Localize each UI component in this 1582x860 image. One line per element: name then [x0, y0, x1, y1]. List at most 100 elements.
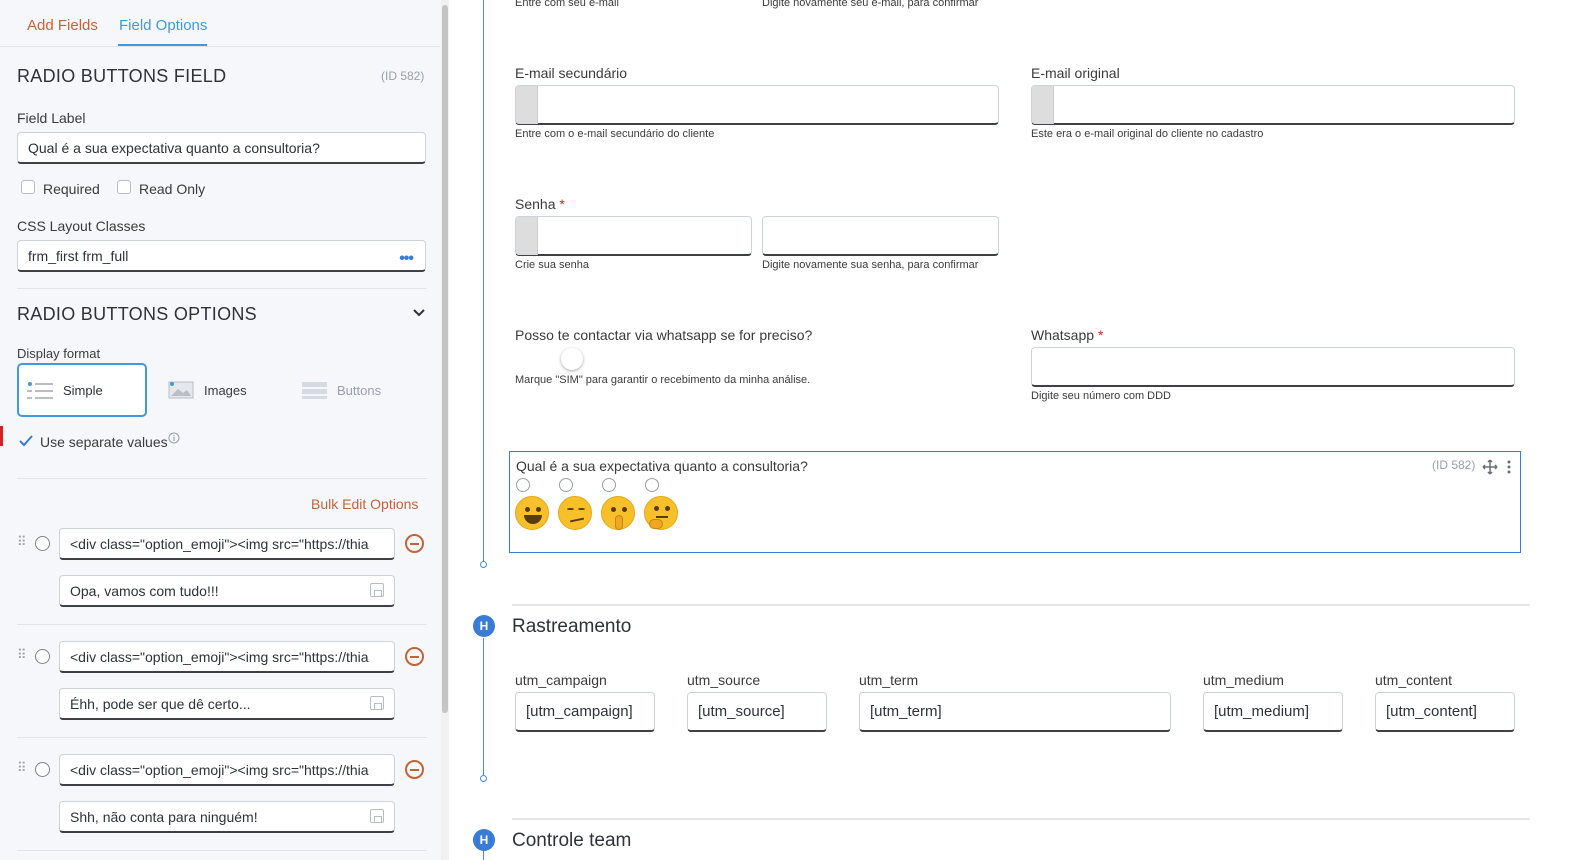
remove-option-icon[interactable]	[405, 534, 424, 553]
email-secondary-desc: Entre com o e-mail secundário do cliente	[515, 128, 715, 140]
password-confirm-input[interactable]	[762, 216, 999, 256]
option-radio[interactable]	[559, 478, 573, 492]
required-checkbox[interactable]	[21, 180, 35, 194]
option-default-radio[interactable]	[35, 649, 50, 664]
chevron-down-icon[interactable]	[413, 309, 425, 317]
read-only-label: Read Only	[139, 181, 206, 197]
password-input[interactable]	[515, 216, 752, 256]
utm-medium-label: utm_medium	[1203, 672, 1284, 688]
field-label-label: Field Label	[17, 110, 86, 126]
field-section-title: RADIO BUTTONS FIELD	[17, 66, 227, 86]
password-label-text: Senha	[515, 196, 556, 212]
utm-content-input[interactable]: [utm_content]	[1375, 692, 1515, 732]
grinning-emoji-icon	[515, 496, 549, 530]
option-label-input[interactable]: <div class="option_emoji"><img src="http…	[59, 528, 395, 560]
tab-field-options[interactable]: Field Options	[119, 17, 207, 34]
sidebar-tabs: Add Fields Field Options	[0, 0, 440, 47]
utm-source-input[interactable]: [utm_source]	[687, 692, 827, 732]
option-label-input[interactable]: <div class="option_emoji"><img src="http…	[59, 754, 395, 786]
drag-handle-icon[interactable]: ⠿	[17, 760, 26, 776]
drag-handle-icon[interactable]: ⠿	[17, 647, 26, 663]
whatsapp-input[interactable]	[1031, 347, 1515, 387]
more-options-icon[interactable]: •••	[399, 250, 414, 268]
field-label-input[interactable]: Qual é a sua expectativa quanto a consul…	[17, 132, 426, 164]
section-guide-end	[480, 775, 487, 782]
utm-content-label: utm_content	[1375, 672, 1453, 688]
css-classes-input[interactable]: frm_first frm_full •••	[17, 240, 426, 272]
image-icon	[168, 381, 194, 399]
option-label-input[interactable]: <div class="option_emoji"><img src="http…	[59, 641, 395, 673]
display-format-simple[interactable]: Simple	[17, 363, 147, 417]
section-guide-end	[480, 561, 487, 568]
whatsapp-toggle[interactable]	[561, 348, 583, 370]
email-original-desc: Este era o e-mail original do cliente no…	[1031, 128, 1264, 140]
checkmark-icon[interactable]	[19, 435, 33, 447]
save-icon[interactable]	[370, 809, 384, 823]
expectation-label: Qual é a sua expectativa quanto a consul…	[516, 458, 808, 474]
section-divider	[512, 604, 1530, 606]
field-id-tag: (ID 582)	[1432, 458, 1476, 472]
move-icon[interactable]	[1482, 459, 1498, 475]
option-value-text: Éhh, pode ser que dê certo...	[70, 695, 251, 712]
password-desc: Crie sua senha	[515, 259, 589, 271]
utm-campaign-label: utm_campaign	[515, 672, 607, 688]
utm-campaign-input[interactable]: [utm_campaign]	[515, 692, 655, 732]
section-guide-line	[483, 851, 484, 860]
utm-medium-input[interactable]: [utm_medium]	[1203, 692, 1343, 732]
email-confirm-desc: Digite novamente seu e-mail, para confir…	[762, 0, 979, 9]
display-format-buttons[interactable]: Buttons	[293, 363, 413, 417]
utm-term-input[interactable]: [utm_term]	[859, 692, 1171, 732]
options-section-title: RADIO BUTTONS OPTIONS	[17, 304, 257, 324]
whatsapp-desc: Digite seu número com DDD	[1031, 390, 1171, 402]
option-value-input[interactable]: Opa, vamos com tudo!!!	[59, 575, 395, 607]
option-value-input[interactable]: Shh, não conta para ninguém!	[59, 801, 395, 833]
css-classes-label: CSS Layout Classes	[17, 218, 146, 234]
display-format-images[interactable]: Images	[160, 363, 280, 417]
drag-handle-icon[interactable]: ⠿	[17, 534, 26, 550]
remove-option-icon[interactable]	[405, 760, 424, 779]
password-confirm-desc: Digite novamente sua senha, para confirm…	[762, 259, 979, 271]
input-prefix	[1032, 86, 1054, 124]
more-vertical-icon[interactable]	[1507, 459, 1511, 475]
separate-values-label: Use separate values	[40, 434, 168, 450]
info-icon[interactable]	[168, 432, 180, 444]
email-secondary-label: E-mail secundário	[515, 65, 628, 81]
option-default-radio[interactable]	[35, 536, 50, 551]
option-radio[interactable]	[645, 478, 659, 492]
option-value-input[interactable]: Éhh, pode ser que dê certo...	[59, 688, 395, 720]
tab-add-fields[interactable]: Add Fields	[27, 17, 98, 34]
field-options-sidebar: Add Fields Field Options RADIO BUTTONS F…	[0, 0, 449, 860]
option-radio[interactable]	[602, 478, 616, 492]
thinking-emoji-icon	[644, 496, 678, 530]
bulk-edit-link[interactable]: Bulk Edit Options	[311, 496, 418, 512]
input-prefix	[516, 217, 538, 255]
utm-term-label: utm_term	[859, 672, 919, 688]
section-divider	[512, 818, 1530, 820]
utm-source-label: utm_source	[687, 672, 761, 688]
save-icon[interactable]	[370, 696, 384, 710]
input-prefix	[516, 86, 538, 124]
whatsapp-label-text: Whatsapp	[1031, 327, 1095, 343]
display-format-label: Display format	[17, 346, 101, 361]
divider	[17, 288, 427, 289]
selected-field-box[interactable]: Qual é a sua expectativa quanto a consul…	[509, 451, 1521, 553]
css-classes-value: frm_first frm_full	[28, 247, 129, 264]
shushing-emoji-icon	[601, 496, 635, 530]
buttons-label: Buttons	[337, 382, 382, 398]
email-secondary-input[interactable]	[515, 85, 999, 125]
option-radio[interactable]	[516, 478, 530, 492]
save-icon[interactable]	[370, 583, 384, 597]
field-id-tag: (ID 582)	[381, 69, 425, 83]
form-builder-canvas: Entre com seu e-mail Digite novamente se…	[449, 0, 1582, 860]
whatsapp-contact-desc: Marque "SIM" para garantir o recebimento…	[515, 374, 811, 386]
sidebar-scroll-thumb[interactable]	[442, 5, 448, 713]
email-desc: Entre com seu e-mail	[515, 0, 619, 9]
heading-badge-icon: H	[473, 829, 495, 851]
section-guide-line	[483, 0, 484, 562]
read-only-checkbox[interactable]	[117, 180, 131, 194]
email-original-input[interactable]	[1031, 85, 1515, 125]
remove-option-icon[interactable]	[405, 647, 424, 666]
whatsapp-label: Whatsapp *	[1031, 327, 1103, 343]
section-title-rastreamento: Rastreamento	[512, 616, 632, 637]
option-default-radio[interactable]	[35, 762, 50, 777]
